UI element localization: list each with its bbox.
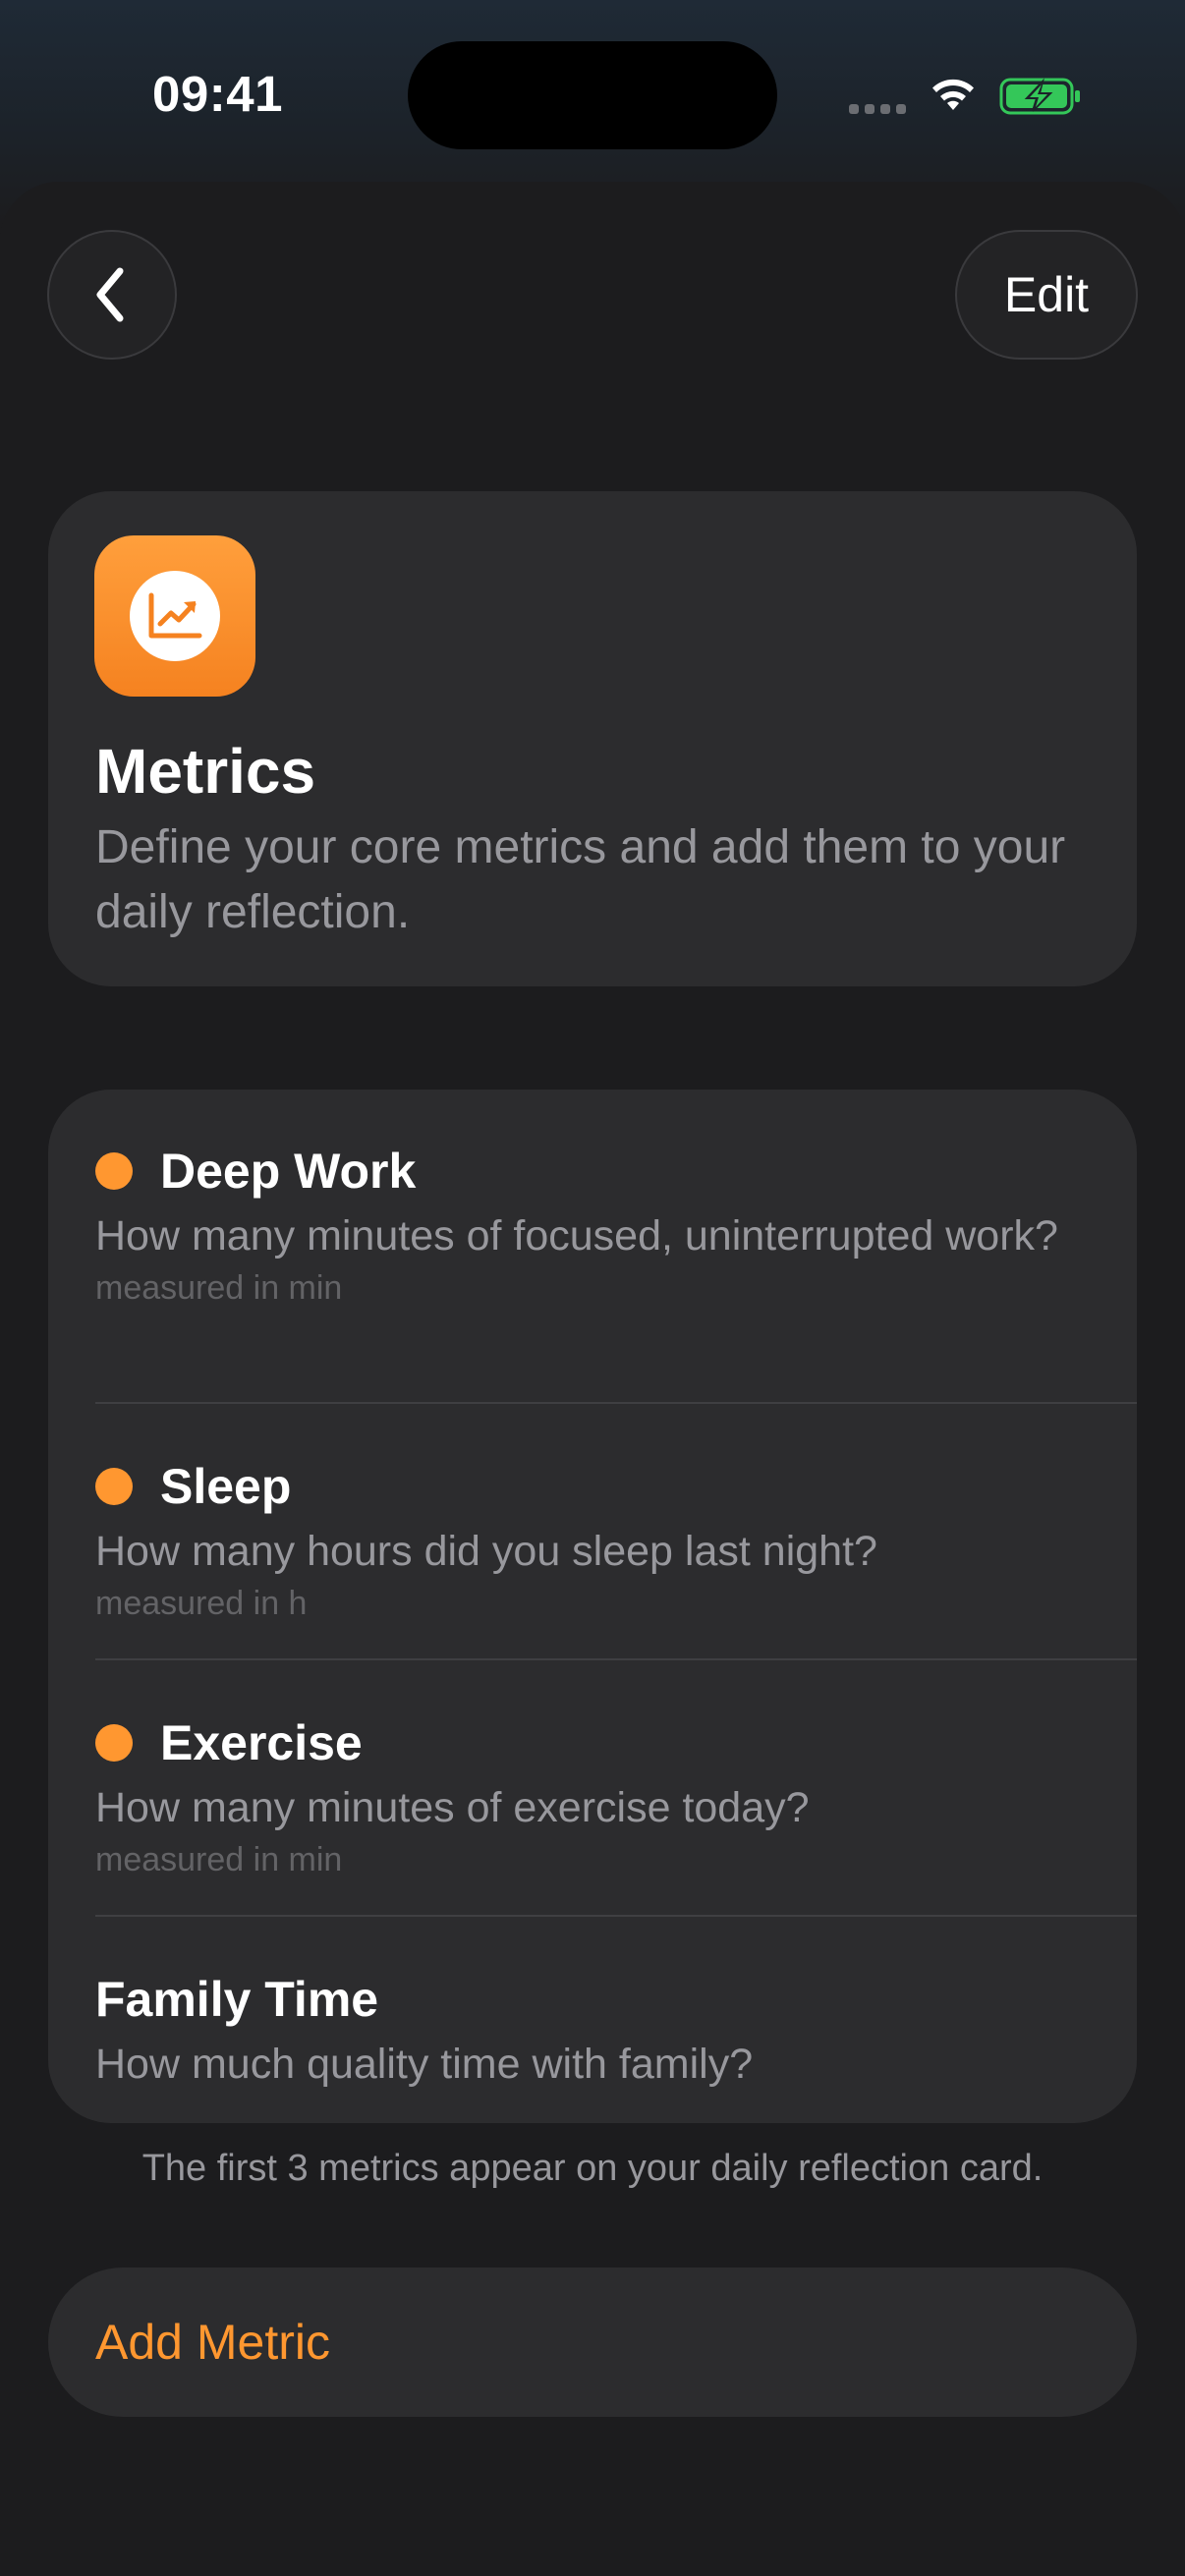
metric-row-deep-work[interactable]: Deep Work How many minutes of focused, u…: [95, 1139, 1090, 1309]
chevron-left-icon: [96, 267, 124, 322]
add-metric-button[interactable]: Add Metric: [48, 2268, 1137, 2417]
metric-question: How many minutes of focused, uninterrupt…: [95, 1212, 1058, 1260]
list-divider: [95, 1658, 1137, 1660]
metric-question: How many hours did you sleep last night?: [95, 1528, 877, 1575]
wifi-icon: [932, 79, 974, 110]
metrics-header-card: Metrics Define your core metrics and add…: [48, 491, 1137, 986]
cellular-signal-icon: [849, 102, 908, 116]
page-description: Define your core metrics and add them to…: [95, 821, 1066, 938]
metric-title: Exercise: [160, 1715, 363, 1770]
chart-line-up-icon: [148, 592, 202, 639]
metric-title: Deep Work: [160, 1144, 417, 1199]
metric-row-family-time[interactable]: Family Time How much quality time with f…: [95, 1967, 1090, 2094]
metric-row-exercise[interactable]: Exercise How many minutes of exercise to…: [95, 1710, 1090, 1880]
battery-charging-icon: [999, 78, 1080, 115]
back-button[interactable]: [47, 230, 177, 360]
metrics-app-icon: [94, 535, 255, 697]
metric-title: Family Time: [95, 1972, 379, 2027]
metric-title: Sleep: [160, 1459, 292, 1514]
on-card-indicator-dot: [95, 1152, 133, 1190]
list-divider: [95, 1402, 1137, 1404]
metric-unit: measured in min: [95, 1841, 343, 1878]
metric-row-sleep[interactable]: Sleep How many hours did you sleep last …: [95, 1454, 1090, 1624]
metrics-footnote: The first 3 metrics appear on your daily…: [141, 2148, 1044, 2189]
page-title: Metrics: [95, 736, 316, 807]
list-divider: [95, 1915, 1137, 1917]
metric-question: How much quality time with family?: [95, 2041, 754, 2088]
metric-unit: measured in h: [95, 1585, 308, 1622]
metrics-list: Deep Work How many minutes of focused, u…: [48, 1090, 1137, 2123]
metrics-screen: 09:41 Edit Metrics Define your core metr…: [0, 0, 1185, 2576]
metric-unit: measured in min: [95, 1269, 343, 1307]
on-card-indicator-dot: [95, 1468, 133, 1505]
edit-button[interactable]: Edit: [955, 230, 1138, 360]
on-card-indicator-dot: [95, 1724, 133, 1762]
status-time: 09:41: [152, 66, 283, 122]
metric-question: How many minutes of exercise today?: [95, 1784, 810, 1831]
dynamic-island: [408, 41, 777, 149]
